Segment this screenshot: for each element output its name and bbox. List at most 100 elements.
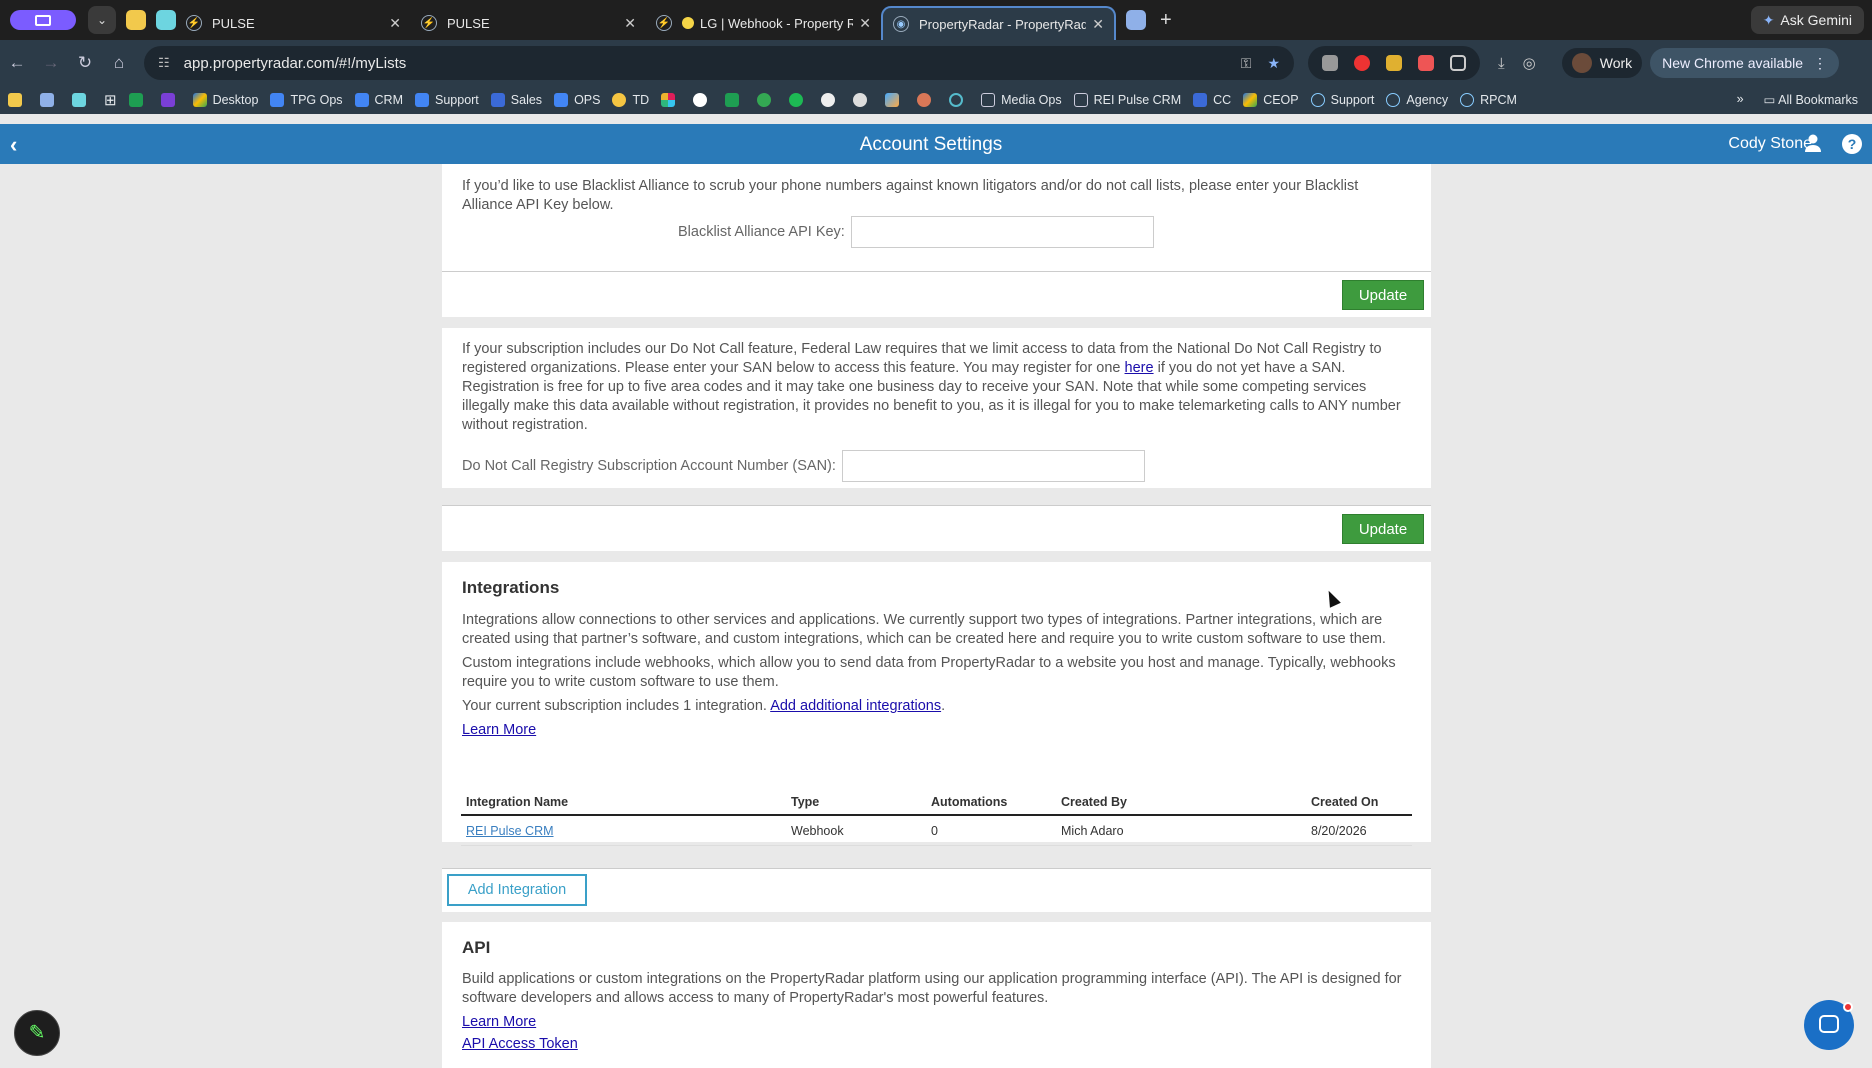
reload-icon[interactable]: ↻ — [68, 53, 102, 73]
bookmark-support-2[interactable]: Support — [1310, 93, 1374, 107]
dnc-description: If your subscription includes our Do Not… — [442, 328, 1431, 435]
dnc-update-button[interactable]: Update — [1342, 514, 1424, 544]
tab-webhook[interactable]: ⚡ LG | Webhook - Property R ✕ — [646, 6, 881, 40]
tab-propertyradar[interactable]: ◉ PropertyRadar - PropertyRad ✕ — [881, 6, 1116, 40]
bookmark-ops[interactable]: OPS — [554, 93, 600, 107]
extension-icon[interactable] — [1386, 55, 1402, 71]
api-learn-more-link[interactable]: Learn More — [462, 1014, 536, 1030]
close-icon[interactable]: ✕ — [624, 15, 636, 32]
blacklist-api-key-input[interactable] — [850, 216, 1154, 248]
bookmark-rei-pulse-crm[interactable]: REI Pulse CRM — [1073, 93, 1182, 107]
add-integration-button[interactable]: Add Integration — [447, 874, 587, 906]
edit-pencil-icon[interactable]: ✎ — [14, 1010, 60, 1056]
claude-icon[interactable] — [917, 93, 937, 107]
new-tab-icon[interactable]: + — [1160, 9, 1172, 32]
pinned-tab-icon[interactable] — [126, 10, 146, 30]
spotify-icon[interactable] — [789, 93, 809, 107]
extension-icon[interactable] — [1418, 55, 1434, 71]
tab-pulse[interactable]: ⚡ PULSE ✕ — [411, 6, 646, 40]
camera-extension-icon[interactable] — [1322, 55, 1338, 71]
apps-grid-icon[interactable]: ⊞ — [104, 91, 117, 109]
api-access-token-link[interactable]: API Access Token — [462, 1036, 578, 1052]
bookmark-tpg-ops[interactable]: TPG Ops — [270, 93, 343, 107]
address-bar[interactable]: ☷ app.propertyradar.com/#!/myLists ⚿ ★ — [144, 46, 1294, 80]
pinned-tab-icon[interactable] — [156, 10, 176, 30]
sheets-bookmark-icon[interactable] — [128, 93, 149, 107]
tab-group-icon[interactable] — [1126, 10, 1146, 30]
google-icon[interactable] — [693, 93, 713, 107]
back-icon[interactable]: ← — [0, 53, 34, 73]
more-icon[interactable]: ⋮ — [1813, 55, 1827, 72]
profile-icon[interactable] — [10, 10, 76, 30]
tab-search-icon[interactable]: ⌄ — [88, 6, 116, 34]
bookmark-crm[interactable]: CRM — [354, 93, 403, 107]
bookmark-agency[interactable]: Agency — [1386, 93, 1448, 107]
chat-launcher-button[interactable] — [1804, 1000, 1854, 1050]
star-icon[interactable]: ★ — [1267, 55, 1280, 72]
bookmark-label: Media Ops — [1001, 93, 1062, 107]
bookmark-sales[interactable]: Sales — [490, 93, 542, 107]
all-bookmarks[interactable]: ▭ All Bookmarks — [1764, 92, 1858, 107]
table-row[interactable]: REI Pulse CRM Webhook 0 Mich Adaro 8/20/… — [461, 816, 1412, 846]
column-header[interactable]: Created On — [1311, 795, 1412, 809]
bookmark-rpcm[interactable]: RPCM — [1460, 93, 1517, 107]
download-icon[interactable]: ⤓ — [1498, 55, 1505, 72]
integration-created-by: Mich Adaro — [1061, 823, 1124, 838]
bookmark-ceop[interactable]: CEOP — [1243, 93, 1299, 107]
openai-icon[interactable] — [853, 93, 873, 107]
meet-icon[interactable] — [725, 93, 745, 107]
tab-title: LG | Webhook - Property R — [700, 15, 854, 31]
bookmark-icon[interactable] — [160, 93, 181, 107]
bookmark-icon[interactable] — [8, 93, 28, 107]
close-icon[interactable]: ✕ — [389, 15, 401, 32]
bookmark-support[interactable]: Support — [415, 93, 479, 107]
bookmark-desktop[interactable]: Desktop — [192, 93, 258, 107]
incognito-icon[interactable]: ◎ — [1523, 54, 1536, 72]
tab-pulse[interactable]: ⚡ PULSE ✕ — [176, 6, 411, 40]
close-icon[interactable]: ✕ — [1092, 16, 1104, 33]
integration-name-link[interactable]: REI Pulse CRM — [466, 824, 554, 838]
bookmark-td[interactable]: TD — [612, 93, 649, 107]
dnc-register-link[interactable]: here — [1125, 360, 1154, 376]
bookmarks-overflow-icon[interactable]: » — [1737, 92, 1744, 107]
settings-content: If you’d like to use Blacklist Alliance … — [0, 164, 1872, 1068]
san-input[interactable] — [841, 450, 1145, 482]
home-icon[interactable]: ⌂ — [102, 53, 136, 73]
bookmark-media-ops[interactable]: Media Ops — [981, 93, 1062, 107]
puzzle-icon[interactable] — [1450, 55, 1466, 71]
column-header[interactable]: Created By — [1061, 795, 1311, 809]
bookmark-icon[interactable] — [40, 93, 60, 107]
play-icon[interactable] — [821, 93, 841, 107]
add-additional-integrations-link[interactable]: Add additional integrations — [770, 698, 941, 714]
bookmark-icon[interactable] — [72, 93, 92, 107]
forward-icon[interactable]: → — [34, 53, 68, 73]
doc-icon — [270, 93, 285, 107]
bookmark-icon[interactable] — [757, 93, 777, 107]
bookmark-label: Agency — [1406, 93, 1449, 107]
update-label: New Chrome available — [1662, 55, 1803, 71]
ask-gemini-button[interactable]: ✦ Ask Gemini — [1750, 6, 1864, 34]
close-icon[interactable]: ✕ — [859, 15, 871, 32]
update-chrome-button[interactable]: New Chrome available ⋮ — [1650, 48, 1839, 78]
help-icon[interactable]: ? — [1842, 134, 1862, 154]
bookmark-icon[interactable] — [885, 93, 905, 107]
profile-button[interactable]: Work — [1561, 48, 1643, 78]
bookmark-icon[interactable] — [949, 93, 969, 107]
bolt-icon — [1460, 93, 1475, 107]
user-name[interactable]: Cody Stone — [1728, 135, 1812, 153]
user-icon[interactable] — [1802, 132, 1824, 154]
site-info-icon[interactable]: ☷ — [158, 55, 170, 71]
folder-icon — [1073, 93, 1088, 107]
doc-icon — [354, 93, 369, 107]
bolt-icon: ⚡ — [421, 15, 437, 31]
integrations-learn-more-link[interactable]: Learn More — [462, 722, 536, 738]
bookmark-label: REI Pulse CRM — [1093, 93, 1182, 107]
slack-icon[interactable] — [661, 93, 681, 107]
column-header[interactable]: Integration Name — [461, 795, 791, 809]
column-header[interactable]: Automations — [931, 795, 1061, 809]
key-icon[interactable]: ⚿ — [1241, 55, 1252, 72]
column-header[interactable]: Type — [791, 795, 931, 809]
extension-icon[interactable] — [1354, 55, 1370, 71]
blacklist-update-button[interactable]: Update — [1342, 280, 1424, 310]
bookmark-cc[interactable]: CC — [1193, 93, 1231, 107]
